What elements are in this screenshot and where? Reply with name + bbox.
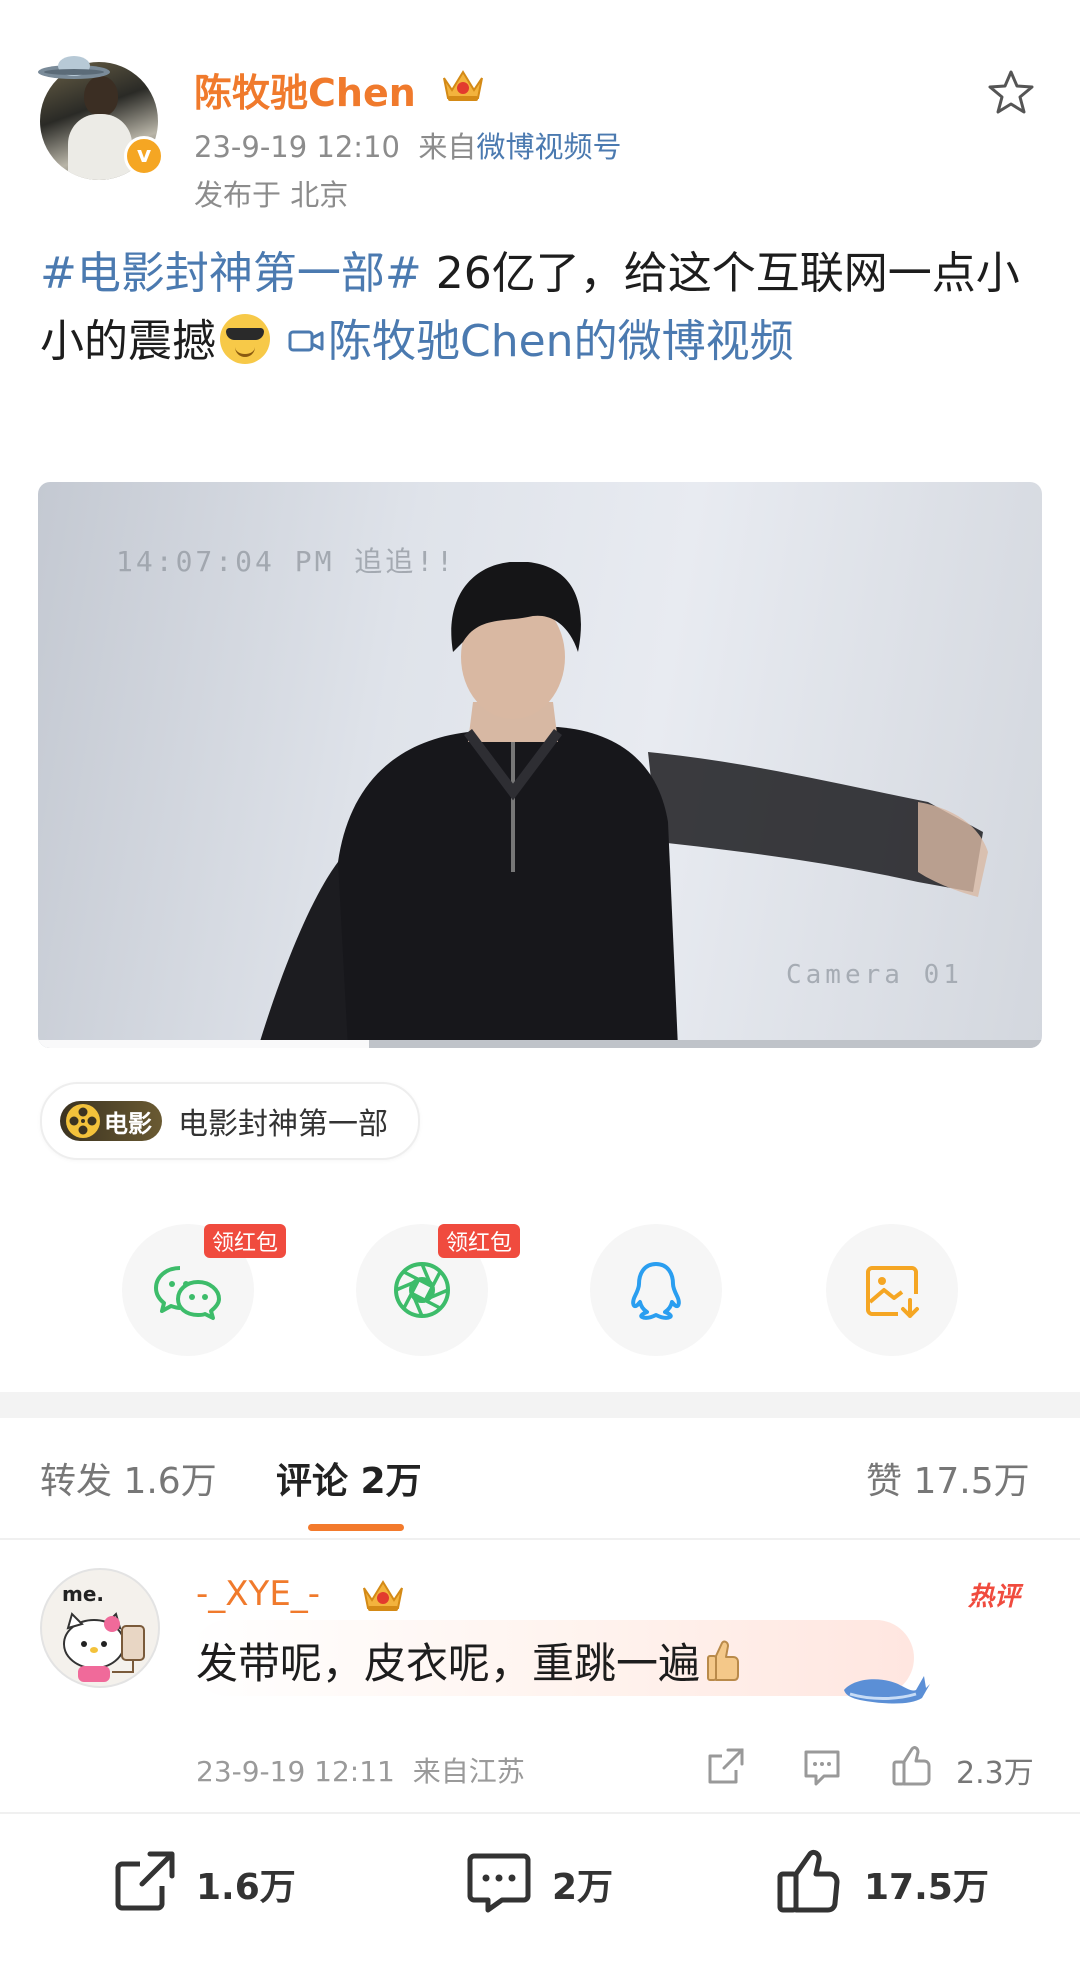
tab-likes[interactable]: 赞 17.5万 bbox=[866, 1452, 1030, 1504]
hello-kitty-icon bbox=[63, 1612, 145, 1682]
video-player[interactable]: 14:07:04 PM 追追!! Camera 01 bbox=[38, 482, 1042, 1048]
commenter-name[interactable]: -_XYE_- bbox=[196, 1574, 320, 1614]
crown-icon bbox=[443, 70, 483, 101]
commenter-avatar[interactable]: me. bbox=[40, 1568, 160, 1688]
like-count[interactable]: 17.5万 bbox=[864, 1858, 989, 1910]
comment-time: 23-9-19 12:11 bbox=[196, 1755, 395, 1788]
red-packet-tag-wechat: 领红包 bbox=[204, 1224, 287, 1258]
repost-icon[interactable] bbox=[110, 1846, 180, 1916]
comment-reply-icon[interactable] bbox=[800, 1744, 844, 1788]
tab-active-indicator bbox=[308, 1524, 404, 1531]
verified-badge-icon: v bbox=[124, 136, 164, 176]
video-progress-fill bbox=[38, 1040, 370, 1048]
sunglasses-emoji-icon bbox=[220, 314, 270, 364]
tab-comments[interactable]: 评论 2万 bbox=[276, 1452, 422, 1504]
save-image-button[interactable] bbox=[826, 1224, 958, 1356]
film-badge-label: 电影 bbox=[104, 1109, 152, 1138]
star-icon[interactable] bbox=[986, 68, 1036, 118]
comment-meta: 23-9-19 12:11 来自江苏 bbox=[196, 1750, 525, 1790]
whale-icon bbox=[844, 1676, 930, 1704]
comment-body: 发带呢，皮衣呢，重跳一遍 bbox=[196, 1639, 701, 1688]
hot-comment-badge: 热评 bbox=[968, 1582, 1021, 1612]
post-text: #电影封神第一部# 26亿了，给这个互联网一点小小的震撼 陈牧驰Chen的微博视频 bbox=[40, 240, 1040, 376]
post-time: 23-9-19 12:10 bbox=[194, 130, 400, 164]
topic-label: 电影封神第一部 bbox=[178, 1107, 388, 1142]
video-link[interactable]: 陈牧驰Chen的微博视频 bbox=[328, 316, 794, 367]
post-source-prefix: 来自 bbox=[418, 130, 477, 164]
post-source-link[interactable]: 微博视频号 bbox=[476, 130, 621, 164]
comment-count[interactable]: 2万 bbox=[552, 1858, 613, 1910]
thumbs-up-emoji-icon bbox=[707, 1640, 740, 1681]
tab-reposts[interactable]: 转发 1.6万 bbox=[40, 1452, 217, 1504]
repost-count[interactable]: 1.6万 bbox=[196, 1858, 296, 1910]
topic-chip[interactable]: 电影 电影封神第一部 bbox=[40, 1082, 420, 1160]
post-meta: 23-9-19 12:10 来自微博视频号 bbox=[194, 124, 621, 166]
comment-source: 来自江苏 bbox=[412, 1755, 525, 1788]
post-location: 发布于 北京 bbox=[194, 178, 349, 212]
bottom-bar-divider bbox=[0, 1812, 1080, 1814]
red-packet-tag-moments: 领红包 bbox=[438, 1224, 521, 1258]
avatar-text: me. bbox=[62, 1582, 105, 1606]
ufo-icon bbox=[38, 56, 110, 79]
author-avatar[interactable]: v bbox=[36, 52, 164, 180]
moments-icon bbox=[394, 1262, 450, 1318]
video-osd-camera: Camera 01 bbox=[786, 960, 963, 990]
save-image-icon bbox=[866, 1266, 919, 1318]
comment-share-icon[interactable] bbox=[704, 1744, 748, 1788]
comment-like-icon[interactable] bbox=[890, 1744, 934, 1788]
section-divider bbox=[0, 1392, 1080, 1418]
author-name[interactable]: 陈牧驰Chen bbox=[194, 62, 416, 117]
film-badge: 电影 bbox=[60, 1101, 162, 1141]
film-reel-icon bbox=[66, 1104, 100, 1138]
video-camera-icon bbox=[288, 330, 324, 352]
share-qq-button[interactable] bbox=[590, 1224, 722, 1356]
comment-icon[interactable] bbox=[464, 1846, 534, 1916]
like-icon[interactable] bbox=[774, 1846, 844, 1916]
comment-like-count: 2.3万 bbox=[956, 1756, 1034, 1791]
comment-text: 发带呢，皮衣呢，重跳一遍 bbox=[196, 1630, 740, 1691]
wechat-icon bbox=[154, 1266, 221, 1320]
commenter-crown-icon bbox=[363, 1580, 403, 1611]
tabs-divider bbox=[0, 1538, 1080, 1540]
qq-penguin-icon bbox=[631, 1262, 681, 1320]
hashtag-link[interactable]: #电影封神第一部# bbox=[40, 248, 422, 299]
